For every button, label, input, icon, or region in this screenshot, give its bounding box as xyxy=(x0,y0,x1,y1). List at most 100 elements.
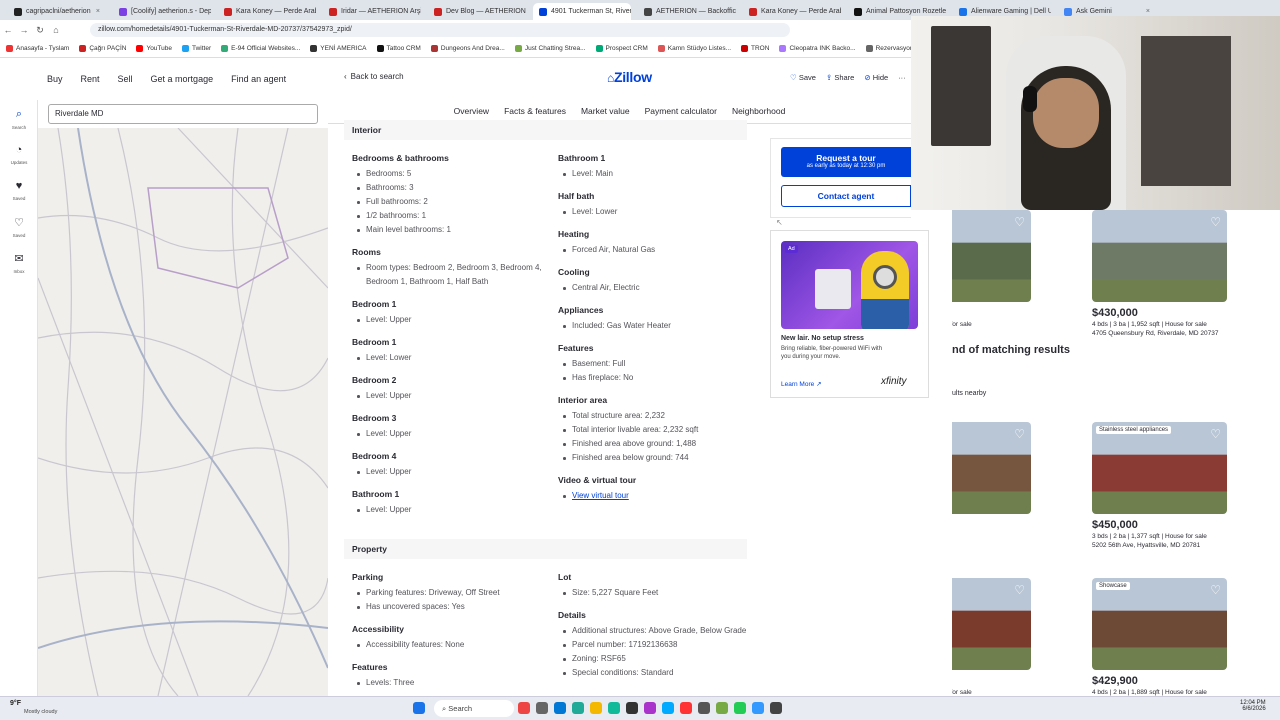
browser-tab[interactable]: Kara Koney — Perde Arab× xyxy=(218,3,316,20)
browser-tab[interactable]: [Coolify] aetherion.s - Dep× xyxy=(113,3,211,20)
weather-temp[interactable]: 9°F xyxy=(10,700,21,707)
listing-card[interactable]: ♡ $430,000 4 bds | 3 ba | 1,952 sqft | Hou… xyxy=(1092,210,1227,337)
updates-icon: ◔ xyxy=(15,144,23,156)
listing-card[interactable]: ♡ 000 2,232 sqft | House for sale MD 20737 xyxy=(952,210,1031,337)
feature-group-title: Rooms xyxy=(352,247,381,257)
taskbar-app-icon[interactable] xyxy=(626,702,638,714)
more-menu-button[interactable]: ··· xyxy=(898,73,906,82)
bookmark-item[interactable]: YouTube xyxy=(136,45,172,52)
listing-photo[interactable]: Stainless steel appliances ♡ xyxy=(1092,422,1227,514)
sidebar-item[interactable]: ✉ Inbox xyxy=(0,252,38,275)
tab-label: Dev Blog — AETHERION xyxy=(446,8,526,15)
taskbar-app-icon[interactable] xyxy=(554,702,566,714)
save-button[interactable]: ♡ Save xyxy=(790,73,816,82)
browser-tab[interactable]: AETHERION — Backoffice× xyxy=(638,3,736,20)
share-button[interactable]: ⇪ Share xyxy=(826,73,854,82)
bookmark-item[interactable]: Kamn Stüdyo Listes... xyxy=(657,45,731,52)
bookmark-item[interactable]: E-94 Official Websites... xyxy=(221,45,300,52)
bookmark-item[interactable]: Twitter xyxy=(182,45,211,52)
bookmark-item[interactable]: Cleopatra INK Backo... xyxy=(779,45,856,52)
contact-agent-button[interactable]: Contact agent xyxy=(781,185,911,207)
listing-photo[interactable]: Zillow♡ xyxy=(952,422,1031,514)
weather-desc: Mostly cloudy xyxy=(24,709,58,715)
bookmark-item[interactable]: Dungeons And Drea... xyxy=(430,45,505,52)
browser-tab[interactable]: Kara Koney — Perde Arab× xyxy=(743,3,841,20)
reload-icon[interactable]: ↻ xyxy=(32,25,48,36)
close-icon[interactable]: × xyxy=(1142,8,1150,15)
tab-favicon-icon xyxy=(14,7,22,16)
taskbar-app-icon[interactable] xyxy=(680,702,692,714)
taskbar-app-icon[interactable] xyxy=(698,702,710,714)
taskbar-search[interactable]: ⌕ Search xyxy=(434,700,514,717)
taskbar-app-icon[interactable] xyxy=(608,702,620,714)
close-icon[interactable]: × xyxy=(92,8,100,15)
taskbar-app-icon[interactable] xyxy=(752,702,764,714)
listing-card[interactable]: Stainless steel appliances ♡ $450,000 3 bds… xyxy=(1092,422,1227,549)
sidebar-item[interactable]: ♡ Saved xyxy=(0,216,38,239)
nav-link[interactable]: Buy xyxy=(47,74,63,84)
listing-photo[interactable]: Showcase ♡ xyxy=(1092,578,1227,670)
taskbar-app-icon[interactable] xyxy=(770,702,782,714)
listing-photo[interactable]: ♡ xyxy=(952,578,1031,670)
listing-card[interactable]: Showcase ♡ $429,900 4 bds | 2 ba | 1,889 sq… xyxy=(1092,578,1227,696)
listing-card[interactable]: Zillow♡ 393.9K 1,496 sqft | Auction MD 2073… xyxy=(952,422,1031,549)
bookmark-item[interactable]: Anasayfa - Tyslam xyxy=(6,45,69,52)
bookmark-item[interactable]: Just Chatting Strea... xyxy=(514,45,586,52)
browser-tab[interactable]: Dev Blog — AETHERION× xyxy=(428,3,526,20)
tab-favicon-icon xyxy=(539,7,547,16)
request-tour-button[interactable]: Request a tour as early as today at 12:3… xyxy=(781,147,911,177)
heart-icon[interactable]: ♡ xyxy=(1210,215,1221,229)
heart-icon[interactable]: ♡ xyxy=(1014,583,1025,597)
sidebar-item[interactable]: ◔ Updates xyxy=(0,144,38,166)
bookmark-item[interactable]: Prospect CRM xyxy=(595,45,648,52)
map-view[interactable] xyxy=(38,128,328,696)
panel-header: ‹ Back to search ⌂Zillow ♡ Save ⇪ Share ⊘… xyxy=(328,58,911,98)
zillow-logo[interactable]: ⌂Zillow xyxy=(607,69,652,85)
hide-button[interactable]: ⊘ Hide xyxy=(864,73,888,82)
results-end-heading: nd of matching results xyxy=(952,344,1070,356)
heart-icon[interactable]: ♡ xyxy=(1014,427,1025,441)
sidebar-item[interactable]: ♥ Saved xyxy=(0,180,38,202)
xfinity-ad[interactable]: Ad New lair. No setup stress Bring relia… xyxy=(770,230,929,398)
heart-icon[interactable]: ♡ xyxy=(1210,427,1221,441)
listing-photo[interactable]: ♡ xyxy=(1092,210,1227,302)
taskbar-app-icon[interactable] xyxy=(662,702,674,714)
feature-item: Full bathrooms: 2 xyxy=(352,195,542,209)
virtual-tour-link[interactable]: View virtual tour xyxy=(572,491,629,500)
ad-learn-more-link[interactable]: Learn More ↗ xyxy=(781,380,822,388)
taskbar-app-icon[interactable] xyxy=(590,702,602,714)
browser-tab[interactable]: cagripaclni/aetherion × xyxy=(8,3,106,20)
forward-arrow-icon[interactable]: → xyxy=(16,25,32,35)
sidebar-item[interactable]: ⌕ Search xyxy=(0,108,38,131)
taskbar-app-icon[interactable] xyxy=(572,702,584,714)
listing-photo[interactable]: ♡ xyxy=(952,210,1031,302)
browser-tab[interactable]: Iridar — AETHERION Arşivi× xyxy=(323,3,421,20)
nav-link[interactable]: Get a mortgage xyxy=(151,74,214,84)
nav-link[interactable]: Find an agent xyxy=(231,74,286,84)
bookmark-item[interactable]: TRON xyxy=(741,45,769,52)
nav-link[interactable]: Sell xyxy=(118,74,133,84)
url-field[interactable]: zillow.com/homedetails/4901-Tuckerman-St… xyxy=(90,23,790,37)
taskbar-app-icon[interactable] xyxy=(716,702,728,714)
bookmark-item[interactable]: Tattoo CRM xyxy=(376,45,421,52)
bookmark-item[interactable]: Çağrı PAÇİN xyxy=(79,45,126,52)
feature-group: Interior area Total structure area: 2,232… xyxy=(558,395,748,465)
feature-group-title: Bedroom 4 xyxy=(352,451,397,461)
bookmark-item[interactable]: YENİ AMERICA xyxy=(310,45,367,52)
taskbar-app-icon[interactable] xyxy=(644,702,656,714)
browser-tab[interactable]: 4901 Tuckerman St, Riverdal× xyxy=(533,3,631,20)
home-icon[interactable]: ⌂ xyxy=(48,25,64,35)
heart-icon[interactable]: ♡ xyxy=(1014,215,1025,229)
clock[interactable]: 12:04 PM 6/6/2026 xyxy=(1240,700,1266,712)
listing-card[interactable]: ♡ $419,900 1,152 sqft | House for sale xyxy=(952,578,1031,696)
back-arrow-icon[interactable]: ← xyxy=(0,25,16,35)
taskbar-app-icon[interactable] xyxy=(536,702,548,714)
heart-icon[interactable]: ♡ xyxy=(1210,583,1221,597)
nav-link[interactable]: Rent xyxy=(81,74,100,84)
taskbar-app-icon[interactable] xyxy=(518,702,530,714)
windows-start-icon[interactable] xyxy=(413,702,425,714)
taskbar-app-icon[interactable] xyxy=(734,702,746,714)
back-to-search-link[interactable]: ‹ Back to search xyxy=(344,72,404,81)
bookmark-favicon-icon xyxy=(741,45,749,52)
location-search-input[interactable]: Riverdale MD xyxy=(48,104,318,124)
